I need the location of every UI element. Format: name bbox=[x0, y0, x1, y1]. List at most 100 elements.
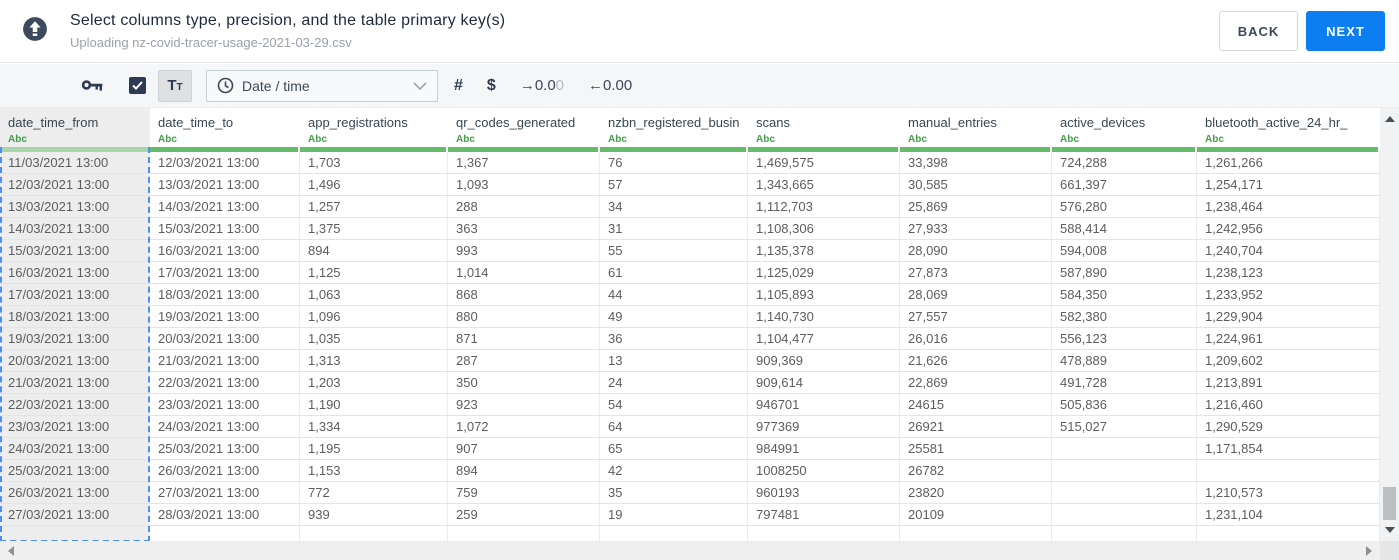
table-cell[interactable]: 15/03/2021 13:00 bbox=[0, 240, 150, 261]
table-cell[interactable]: 27,873 bbox=[900, 262, 1052, 283]
table-cell[interactable]: 24/03/2021 13:00 bbox=[150, 416, 300, 437]
table-cell[interactable]: 1,096 bbox=[300, 306, 448, 327]
table-cell[interactable]: 18/03/2021 13:00 bbox=[150, 284, 300, 305]
scroll-up-icon[interactable] bbox=[1385, 116, 1395, 122]
table-cell[interactable]: 14/03/2021 13:00 bbox=[0, 218, 150, 239]
table-cell[interactable]: 582,380 bbox=[1052, 306, 1197, 327]
table-cell[interactable]: 36 bbox=[600, 328, 748, 349]
table-cell[interactable]: 894 bbox=[448, 460, 600, 481]
table-cell[interactable]: 14/03/2021 13:00 bbox=[150, 196, 300, 217]
table-cell[interactable]: 61 bbox=[600, 262, 748, 283]
table-cell[interactable]: 1,313 bbox=[300, 350, 448, 371]
table-cell[interactable]: 1,014 bbox=[448, 262, 600, 283]
column-header-app_registrations[interactable]: app_registrations Abc bbox=[300, 108, 448, 147]
table-cell[interactable]: 724,288 bbox=[1052, 152, 1197, 173]
table-cell[interactable]: 13 bbox=[600, 350, 748, 371]
table-cell[interactable]: 76 bbox=[600, 152, 748, 173]
table-cell[interactable]: 24/03/2021 13:00 bbox=[0, 438, 150, 459]
table-cell[interactable] bbox=[300, 526, 448, 541]
table-cell[interactable]: 1,242,956 bbox=[1197, 218, 1380, 239]
table-cell[interactable]: 993 bbox=[448, 240, 600, 261]
table-cell[interactable]: 871 bbox=[448, 328, 600, 349]
table-cell[interactable]: 1,254,171 bbox=[1197, 174, 1380, 195]
table-cell[interactable]: 1,112,703 bbox=[748, 196, 900, 217]
table-cell[interactable]: 23820 bbox=[900, 482, 1052, 503]
table-cell[interactable]: 28,069 bbox=[900, 284, 1052, 305]
table-cell[interactable]: 1,135,378 bbox=[748, 240, 900, 261]
table-cell[interactable]: 20/03/2021 13:00 bbox=[0, 350, 150, 371]
table-cell[interactable]: 556,123 bbox=[1052, 328, 1197, 349]
text-type-button[interactable]: T T bbox=[158, 69, 192, 102]
table-cell[interactable]: 26/03/2021 13:00 bbox=[150, 460, 300, 481]
table-cell[interactable]: 27,933 bbox=[900, 218, 1052, 239]
table-cell[interactable] bbox=[1052, 526, 1197, 541]
column-header-active_devices[interactable]: active_devices Abc bbox=[1052, 108, 1197, 147]
table-cell[interactable] bbox=[1197, 526, 1380, 541]
table-cell[interactable]: 35 bbox=[600, 482, 748, 503]
column-enabled-checkbox[interactable] bbox=[129, 77, 146, 94]
table-cell[interactable]: 54 bbox=[600, 394, 748, 415]
table-cell[interactable]: 1,140,730 bbox=[748, 306, 900, 327]
table-cell[interactable]: 28,090 bbox=[900, 240, 1052, 261]
table-cell[interactable] bbox=[600, 526, 748, 541]
table-cell[interactable]: 1,190 bbox=[300, 394, 448, 415]
table-cell[interactable] bbox=[748, 526, 900, 541]
table-cell[interactable]: 977369 bbox=[748, 416, 900, 437]
scroll-left-icon[interactable] bbox=[8, 546, 14, 556]
table-cell[interactable]: 661,397 bbox=[1052, 174, 1197, 195]
table-cell[interactable]: 1,171,854 bbox=[1197, 438, 1380, 459]
table-cell[interactable]: 1,035 bbox=[300, 328, 448, 349]
table-cell[interactable]: 55 bbox=[600, 240, 748, 261]
horizontal-scrollbar[interactable] bbox=[0, 541, 1380, 560]
table-cell[interactable]: 576,280 bbox=[1052, 196, 1197, 217]
table-cell[interactable]: 759 bbox=[448, 482, 600, 503]
table-cell[interactable]: 27,557 bbox=[900, 306, 1052, 327]
scroll-right-icon[interactable] bbox=[1366, 546, 1372, 556]
vertical-scrollbar-thumb[interactable] bbox=[1383, 487, 1396, 520]
table-cell[interactable]: 1,238,123 bbox=[1197, 262, 1380, 283]
table-cell[interactable]: 1,334 bbox=[300, 416, 448, 437]
table-cell[interactable]: 587,890 bbox=[1052, 262, 1197, 283]
table-cell[interactable]: 64 bbox=[600, 416, 748, 437]
table-cell[interactable]: 1,063 bbox=[300, 284, 448, 305]
table-cell[interactable]: 21/03/2021 13:00 bbox=[0, 372, 150, 393]
table-cell[interactable] bbox=[1052, 504, 1197, 525]
table-cell[interactable]: 33,398 bbox=[900, 152, 1052, 173]
table-cell[interactable]: 25/03/2021 13:00 bbox=[150, 438, 300, 459]
table-cell[interactable]: 15/03/2021 13:00 bbox=[150, 218, 300, 239]
table-cell[interactable]: 1,496 bbox=[300, 174, 448, 195]
table-cell[interactable]: 22/03/2021 13:00 bbox=[150, 372, 300, 393]
table-cell[interactable] bbox=[0, 526, 150, 541]
table-cell[interactable]: 19/03/2021 13:00 bbox=[0, 328, 150, 349]
next-button[interactable]: NEXT bbox=[1306, 11, 1385, 51]
table-cell[interactable]: 22/03/2021 13:00 bbox=[0, 394, 150, 415]
table-cell[interactable]: 18/03/2021 13:00 bbox=[0, 306, 150, 327]
table-cell[interactable]: 21/03/2021 13:00 bbox=[150, 350, 300, 371]
primary-key-icon[interactable] bbox=[81, 78, 105, 94]
table-cell[interactable]: 16/03/2021 13:00 bbox=[0, 262, 150, 283]
table-cell[interactable]: 26/03/2021 13:00 bbox=[0, 482, 150, 503]
table-cell[interactable]: 1,213,891 bbox=[1197, 372, 1380, 393]
table-cell[interactable]: 1,125,029 bbox=[748, 262, 900, 283]
table-cell[interactable]: 1,209,602 bbox=[1197, 350, 1380, 371]
table-cell[interactable]: 13/03/2021 13:00 bbox=[150, 174, 300, 195]
table-cell[interactable]: 584,350 bbox=[1052, 284, 1197, 305]
table-cell[interactable] bbox=[1052, 438, 1197, 459]
table-cell[interactable]: 1,290,529 bbox=[1197, 416, 1380, 437]
table-cell[interactable]: 288 bbox=[448, 196, 600, 217]
table-cell[interactable]: 478,889 bbox=[1052, 350, 1197, 371]
column-header-scans[interactable]: scans Abc bbox=[748, 108, 900, 147]
table-cell[interactable]: 30,585 bbox=[900, 174, 1052, 195]
table-cell[interactable]: 491,728 bbox=[1052, 372, 1197, 393]
increase-decimal-button[interactable]: →0.00 bbox=[520, 77, 564, 94]
table-cell[interactable]: 1,108,306 bbox=[748, 218, 900, 239]
table-cell[interactable]: 12/03/2021 13:00 bbox=[150, 152, 300, 173]
table-cell[interactable]: 1,072 bbox=[448, 416, 600, 437]
table-cell[interactable]: 22,869 bbox=[900, 372, 1052, 393]
table-cell[interactable]: 1,203 bbox=[300, 372, 448, 393]
table-cell[interactable]: 16/03/2021 13:00 bbox=[150, 240, 300, 261]
table-cell[interactable]: 1,261,266 bbox=[1197, 152, 1380, 173]
table-cell[interactable]: 19/03/2021 13:00 bbox=[150, 306, 300, 327]
table-cell[interactable]: 894 bbox=[300, 240, 448, 261]
currency-type-button[interactable]: $ bbox=[487, 77, 496, 95]
